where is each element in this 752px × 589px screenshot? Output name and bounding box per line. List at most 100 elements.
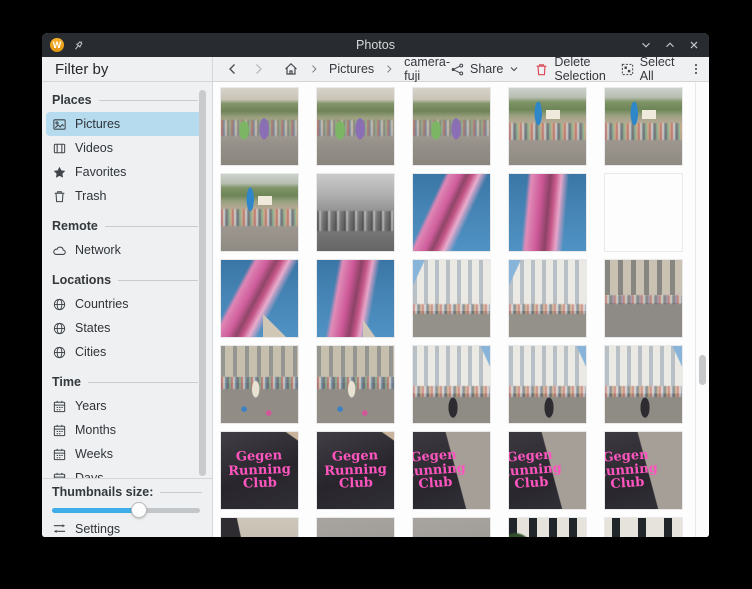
minimize-button[interactable]	[639, 38, 653, 52]
close-button[interactable]	[687, 38, 701, 52]
sidebar-item-days[interactable]: Days	[46, 466, 204, 478]
photo-thumbnail[interactable]	[221, 88, 298, 165]
calendar-icon	[52, 423, 67, 438]
sidebar-item-network[interactable]: Network	[46, 238, 204, 262]
sidebar-item-pictures[interactable]: Pictures	[46, 112, 204, 136]
photo-thumbnail[interactable]	[317, 174, 394, 251]
photo-thumbnail[interactable]	[605, 174, 682, 251]
photo-thumbnail[interactable]: GegenRunningClub	[509, 432, 586, 509]
sidebar-list: PlacesPictures Videos Favorites Trash Remote…	[42, 82, 212, 478]
sidebar-section-title-remote: Remote	[52, 214, 198, 238]
photo-thumbnail[interactable]	[605, 518, 682, 537]
photo-thumbnail[interactable]	[509, 518, 586, 537]
sidebar-item-favorites[interactable]: Favorites	[46, 160, 204, 184]
photo-thumbnail[interactable]	[509, 174, 586, 251]
photo-thumbnail[interactable]	[317, 88, 394, 165]
photo-thumbnail[interactable]	[605, 260, 682, 337]
breadcrumb-item-camera-fuji[interactable]: camera-fuji	[404, 55, 450, 83]
tshirt-print-text: GegenRunningClub	[509, 432, 586, 509]
share-icon	[450, 62, 465, 77]
select-all-icon	[620, 62, 635, 77]
image-icon	[52, 117, 67, 132]
sidebar-item-states[interactable]: States	[46, 316, 204, 340]
sidebar-item-cities[interactable]: Cities	[46, 340, 204, 364]
globe-icon	[52, 345, 67, 360]
calendar-icon	[52, 471, 67, 479]
photo-thumbnail[interactable]	[221, 260, 298, 337]
sidebar: PlacesPictures Videos Favorites Trash Remote…	[42, 82, 213, 537]
pin-icon[interactable]	[72, 39, 85, 52]
thumbnail-grid: GegenRunningClubGegenRunningClubGegenRun…	[213, 82, 695, 537]
photo-thumbnail[interactable]	[413, 518, 490, 537]
photo-thumbnail[interactable]: GegenRunningClub	[605, 432, 682, 509]
sidebar-item-years[interactable]: Years	[46, 394, 204, 418]
photo-thumbnail[interactable]	[509, 346, 586, 423]
content-area: GegenRunningClubGegenRunningClubGegenRun…	[213, 82, 709, 537]
back-button[interactable]	[225, 61, 241, 77]
share-label: Share	[470, 62, 503, 76]
delete-selection-button[interactable]: Delete Selection	[534, 55, 605, 83]
content-scrollbar-thumb[interactable]	[699, 355, 706, 385]
photo-thumbnail[interactable]	[413, 174, 490, 251]
photo-thumbnail[interactable]: GegenRunningClub	[317, 432, 394, 509]
select-all-label: Select All	[640, 55, 675, 83]
photo-thumbnail[interactable]: GegenRunningClub	[221, 518, 298, 537]
photo-thumbnail[interactable]	[317, 260, 394, 337]
photo-thumbnail[interactable]	[221, 346, 298, 423]
photo-thumbnail[interactable]	[221, 174, 298, 251]
overflow-menu-button[interactable]	[689, 62, 703, 76]
divider	[99, 100, 198, 101]
divider	[118, 280, 198, 281]
trash-icon	[52, 189, 67, 204]
photo-thumbnail[interactable]: GegenRunningClub	[221, 432, 298, 509]
sidebar-item-trash[interactable]: Trash	[46, 184, 204, 208]
select-all-button[interactable]: Select All	[620, 55, 675, 83]
calendar-icon	[52, 447, 67, 462]
slider-fill	[52, 508, 138, 513]
photo-thumbnail[interactable]: GegenRunningClub	[413, 432, 490, 509]
slider-track[interactable]	[52, 508, 200, 513]
globe-icon	[52, 297, 67, 312]
home-button[interactable]	[283, 61, 299, 77]
slider-handle[interactable]	[131, 502, 147, 518]
settings-button[interactable]: Settings	[52, 519, 202, 537]
sidebar-item-countries[interactable]: Countries	[46, 292, 204, 316]
sidebar-section-title-places: Places	[52, 88, 198, 112]
photo-thumbnail[interactable]	[317, 346, 394, 423]
sidebar-item-label: States	[75, 321, 110, 335]
share-button[interactable]: Share	[450, 62, 520, 77]
photo-thumbnail[interactable]	[413, 260, 490, 337]
divider	[88, 382, 198, 383]
photo-thumbnail[interactable]	[509, 88, 586, 165]
maximize-button[interactable]	[663, 38, 677, 52]
photo-thumbnail[interactable]	[509, 260, 586, 337]
photo-thumbnail[interactable]	[605, 88, 682, 165]
sidebar-item-label: Weeks	[75, 447, 113, 461]
filter-by-title: Filter by	[55, 61, 108, 78]
sidebar-item-label: Days	[75, 471, 103, 478]
sidebar-item-label: Months	[75, 423, 116, 437]
sidebar-item-label: Favorites	[75, 165, 126, 179]
app-icon: W	[50, 38, 64, 52]
section-title-label: Locations	[52, 273, 111, 287]
divider	[105, 226, 198, 227]
forward-button[interactable]	[250, 61, 266, 77]
app-window: W Photos Filter by	[42, 33, 709, 537]
cloud-icon	[52, 243, 67, 258]
sidebar-item-videos[interactable]: Videos	[46, 136, 204, 160]
photo-thumbnail[interactable]	[413, 346, 490, 423]
sidebar-item-months[interactable]: Months	[46, 418, 204, 442]
tshirt-print-text: GegenRunningClub	[413, 432, 490, 509]
photo-thumbnail[interactable]	[317, 518, 394, 537]
sidebar-scrollbar[interactable]	[199, 90, 206, 476]
tshirt-print-text: GegenRunningClub	[221, 530, 298, 537]
content-scrollbar-track[interactable]	[695, 82, 709, 537]
breadcrumb-item-pictures[interactable]: Pictures	[329, 62, 374, 76]
thumbnail-size-slider[interactable]	[52, 501, 202, 519]
sidebar-item-label: Videos	[75, 141, 113, 155]
tune-icon	[52, 521, 67, 536]
titlebar[interactable]: W Photos	[42, 33, 709, 57]
photo-thumbnail[interactable]	[605, 346, 682, 423]
sidebar-item-weeks[interactable]: Weeks	[46, 442, 204, 466]
photo-thumbnail[interactable]	[413, 88, 490, 165]
